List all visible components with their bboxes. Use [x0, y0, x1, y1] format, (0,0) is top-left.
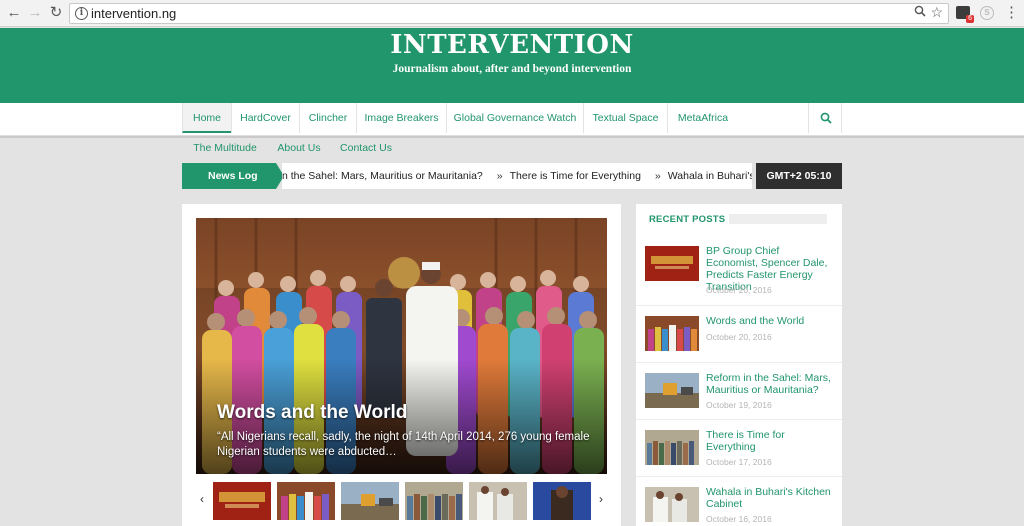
slide-excerpt: “All Nigerians recall, sadly, the night …	[217, 431, 590, 458]
extension-badge: 6	[966, 15, 974, 23]
nav-the-multitude[interactable]: The Multitude	[186, 137, 264, 159]
nav-home[interactable]: Home	[182, 103, 231, 133]
address-bar[interactable]: i intervention.ng ☆	[69, 3, 949, 24]
post-date: October 20, 2016	[706, 285, 772, 295]
post-title[interactable]: Reform in the Sahel: Mars, Mauritius or …	[706, 372, 834, 396]
post-title[interactable]: Wahala in Buhari's Kitchen Cabinet	[706, 486, 834, 510]
site-title[interactable]: INTERVENTION	[0, 30, 1024, 60]
nav-global-governance-watch[interactable]: Global Governance Watch	[446, 103, 583, 133]
recent-post-item[interactable]: There is Time for Everything October 17,…	[636, 419, 842, 476]
nav-image-breakers[interactable]: Image Breakers	[356, 103, 446, 133]
ticker-item[interactable]: There is Time for Everything	[510, 163, 641, 189]
site-info-icon[interactable]: i	[75, 7, 88, 20]
post-date: October 20, 2016	[706, 332, 772, 342]
nav-metaafrica[interactable]: MetaAfrica	[667, 103, 738, 133]
recent-post-item[interactable]: Words and the World October 20, 2016	[636, 305, 842, 362]
clock-display: GMT+2 05:10	[756, 163, 842, 189]
slider-prev-arrow[interactable]: ‹	[200, 492, 204, 506]
post-title[interactable]: Words and the World	[706, 315, 834, 327]
slider-thumb[interactable]	[213, 482, 271, 520]
zoom-icon[interactable]	[914, 5, 926, 20]
nav-textual-space[interactable]: Textual Space	[583, 103, 667, 133]
recent-posts-heading: RECENT POSTS	[649, 214, 726, 225]
news-log-label: News Log	[182, 163, 284, 189]
nav-contact-us[interactable]: Contact Us	[334, 137, 398, 159]
post-thumbnail[interactable]	[645, 487, 699, 522]
browser-toolbar: ← → ↻ i intervention.ng ☆ 6 S ⋮	[0, 0, 1024, 27]
ticker-separator: »	[496, 170, 503, 182]
post-thumbnail[interactable]	[645, 430, 699, 465]
nav-divider	[0, 136, 1024, 138]
slider-thumb[interactable]	[277, 482, 335, 520]
slider-thumb[interactable]	[405, 482, 463, 520]
bookmark-star-icon[interactable]: ☆	[930, 4, 943, 21]
recent-post-item[interactable]: Reform in the Sahel: Mars, Mauritius or …	[636, 362, 842, 419]
post-thumbnail[interactable]	[645, 373, 699, 408]
post-date: October 17, 2016	[706, 457, 772, 467]
browser-menu-icon[interactable]: ⋮	[1004, 4, 1019, 22]
search-icon	[820, 112, 832, 124]
reload-button[interactable]: ↻	[47, 4, 65, 22]
nav-about-us[interactable]: About Us	[270, 137, 328, 159]
back-button[interactable]: ←	[5, 4, 23, 22]
recent-post-item[interactable]: BP Group Chief Economist, Spencer Dale, …	[636, 236, 842, 305]
slider-thumb[interactable]	[533, 482, 591, 520]
site-tagline: Journalism about, after and beyond inter…	[392, 63, 632, 75]
slider-thumb[interactable]	[469, 482, 527, 520]
forward-button[interactable]: →	[26, 4, 44, 22]
ticker-item[interactable]: n the Sahel: Mars, Mauritius or Mauritan…	[282, 163, 483, 189]
news-ticker: n the Sahel: Mars, Mauritius or Mauritan…	[282, 163, 752, 189]
nav-hardcover[interactable]: HardCover	[231, 103, 299, 133]
site-header: INTERVENTION Journalism about, after and…	[0, 28, 1024, 103]
post-thumbnail[interactable]	[645, 246, 699, 281]
skype-extension-icon[interactable]: S	[980, 6, 994, 20]
ticker-item[interactable]: Wahala in Buhari's Kitchen Ca	[668, 163, 752, 189]
magnifier-icon	[914, 5, 926, 17]
extension-icon[interactable]: 6	[956, 6, 974, 23]
post-date: October 16, 2016	[706, 514, 772, 524]
url-text[interactable]: intervention.ng	[91, 6, 176, 21]
slider-next-arrow[interactable]: ›	[599, 492, 603, 506]
nav-clincher[interactable]: Clincher	[299, 103, 356, 133]
ticker-separator: »	[654, 170, 661, 182]
nav-search-button[interactable]	[808, 103, 842, 133]
post-title[interactable]: There is Time for Everything	[706, 429, 834, 453]
heading-divider	[729, 214, 827, 224]
slide-title[interactable]: Words and the World	[217, 402, 407, 424]
slider-thumb[interactable]	[341, 482, 399, 520]
post-date: October 19, 2016	[706, 400, 772, 410]
recent-post-item[interactable]: Wahala in Buhari's Kitchen Cabinet Octob…	[636, 476, 842, 526]
post-thumbnail[interactable]	[645, 316, 699, 351]
